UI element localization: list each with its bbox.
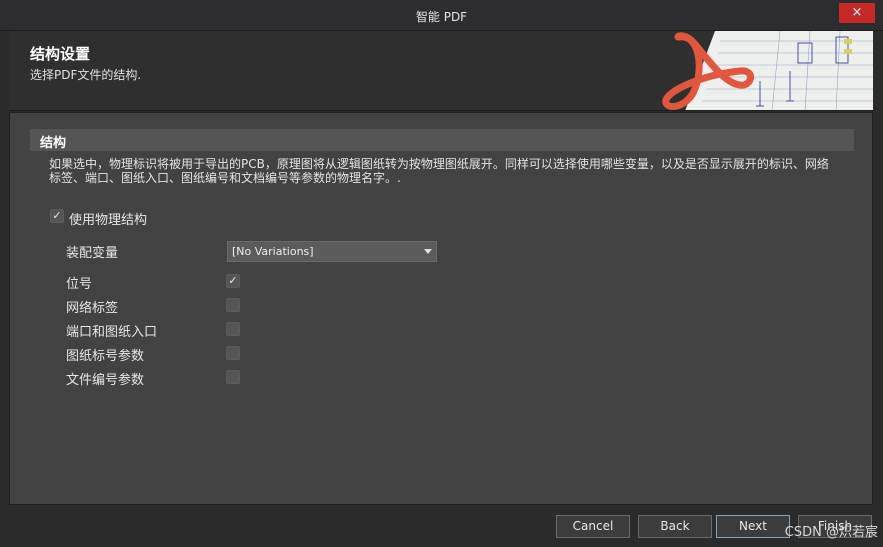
back-button[interactable]: Back: [638, 515, 712, 538]
option-label-designator: 位号: [66, 277, 93, 292]
next-button[interactable]: Next: [716, 515, 790, 538]
use-physical-checkbox[interactable]: ✓: [50, 209, 64, 223]
chevron-down-icon: [424, 249, 432, 254]
window-title: 智能 PDF: [415, 10, 468, 24]
option-label-sheet-number: 图纸标号参数: [66, 349, 145, 364]
pdf-logo-icon: [660, 31, 873, 110]
content-panel: 结构 如果选中，物理标识将被用于导出的PCB，原理图将从逻辑图纸转为按物理图纸展…: [9, 112, 873, 505]
page-title: 结构设置: [30, 45, 91, 63]
option-label-document-number: 文件编号参数: [66, 373, 145, 388]
page-subtitle: 选择PDF文件的结构.: [30, 68, 142, 82]
option-label-ports-sheet-entries: 端口和图纸入口: [66, 325, 158, 340]
cancel-button[interactable]: Cancel: [556, 515, 630, 538]
watermark: CSDN @炽若宸: [784, 525, 878, 540]
option-checkbox-ports-sheet-entries[interactable]: [226, 322, 240, 336]
wizard-header: 结构设置 选择PDF文件的结构.: [9, 31, 873, 111]
option-checkbox-document-number[interactable]: [226, 370, 240, 384]
close-icon[interactable]: ×: [839, 3, 875, 23]
section-header: 结构: [30, 129, 854, 151]
option-checkbox-sheet-number[interactable]: [226, 346, 240, 360]
use-physical-label: 使用物理结构: [69, 213, 148, 228]
section-title: 结构: [40, 136, 67, 151]
option-label-net-labels: 网络标签: [66, 301, 119, 316]
title-bar: 智能 PDF ×: [0, 0, 883, 31]
variant-label: 装配变量: [66, 246, 119, 261]
option-checkbox-net-labels[interactable]: [226, 298, 240, 312]
section-description: 如果选中，物理标识将被用于导出的PCB，原理图将从逻辑图纸转为按物理图纸展开。同…: [49, 157, 829, 185]
option-checkbox-designator[interactable]: ✓: [226, 274, 240, 288]
variant-select[interactable]: [No Variations]: [227, 241, 437, 262]
variant-select-value: [No Variations]: [232, 245, 314, 258]
